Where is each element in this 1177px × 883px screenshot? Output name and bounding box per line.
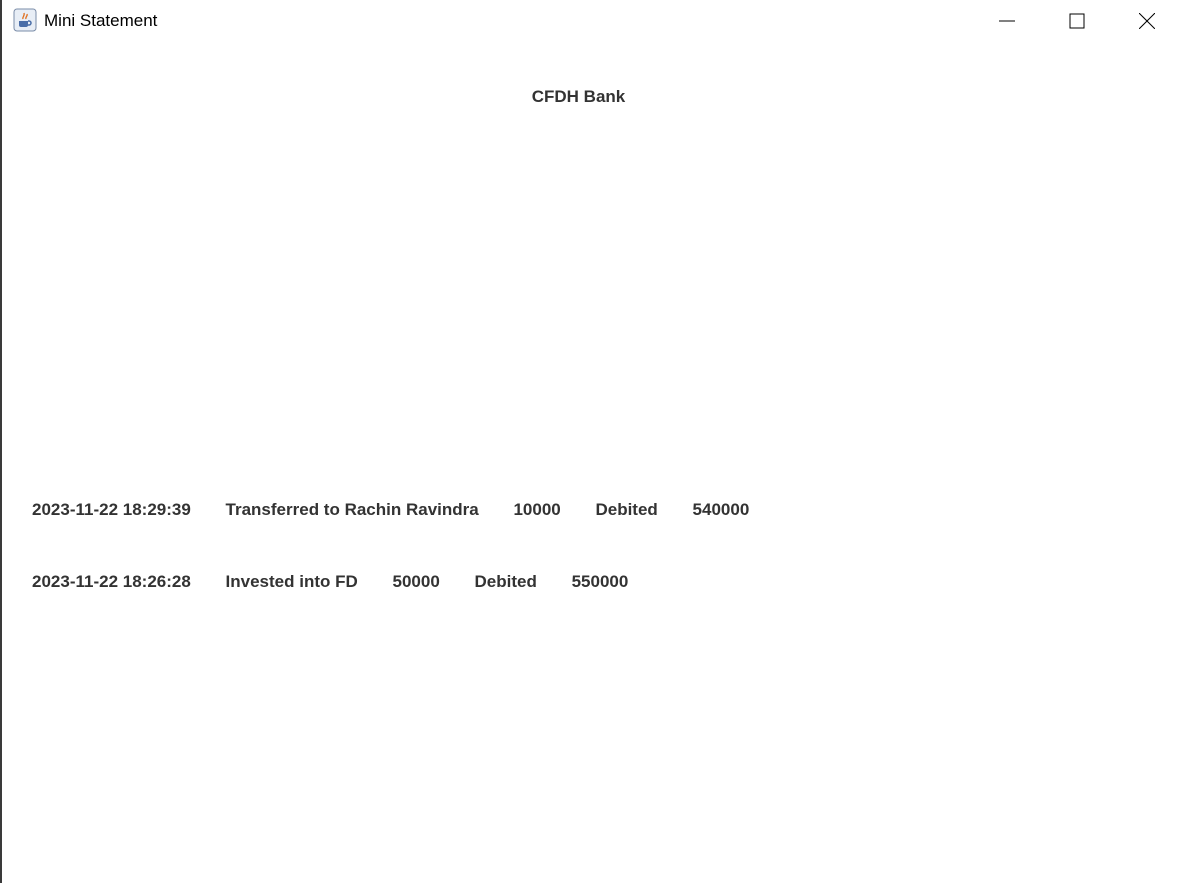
maximize-button[interactable] [1042,0,1112,42]
transaction-row: 2023-11-22 18:29:39 Transferred to Rachi… [32,500,779,520]
transaction-datetime: 2023-11-22 18:29:39 [32,500,191,519]
transaction-description: Transferred to Rachin Ravindra [225,500,479,519]
maximize-icon [1069,13,1085,29]
transaction-balance: 550000 [571,572,629,591]
transaction-type: Debited [474,572,537,591]
close-icon [1139,13,1155,29]
transaction-amount: 10000 [513,500,561,519]
java-icon[interactable] [13,8,37,32]
window-title: Mini Statement [44,11,158,30]
transaction-type: Debited [595,500,658,519]
bank-name-heading: CFDH Bank [531,87,626,106]
transaction-datetime: 2023-11-22 18:26:28 [32,572,191,591]
transaction-row: 2023-11-22 18:26:28 Invested into FD 500… [32,572,658,592]
mini-statement-window: Mini Statement CFDH Bank 2023-11-22 18:2… [0,0,1177,883]
title-bar[interactable]: Mini Statement [2,0,1177,42]
transaction-amount: 50000 [392,572,440,591]
transaction-description: Invested into FD [225,572,358,591]
minimize-icon [999,20,1015,22]
minimize-button[interactable] [972,0,1042,42]
transaction-balance: 540000 [692,500,750,519]
close-button[interactable] [1112,0,1177,42]
